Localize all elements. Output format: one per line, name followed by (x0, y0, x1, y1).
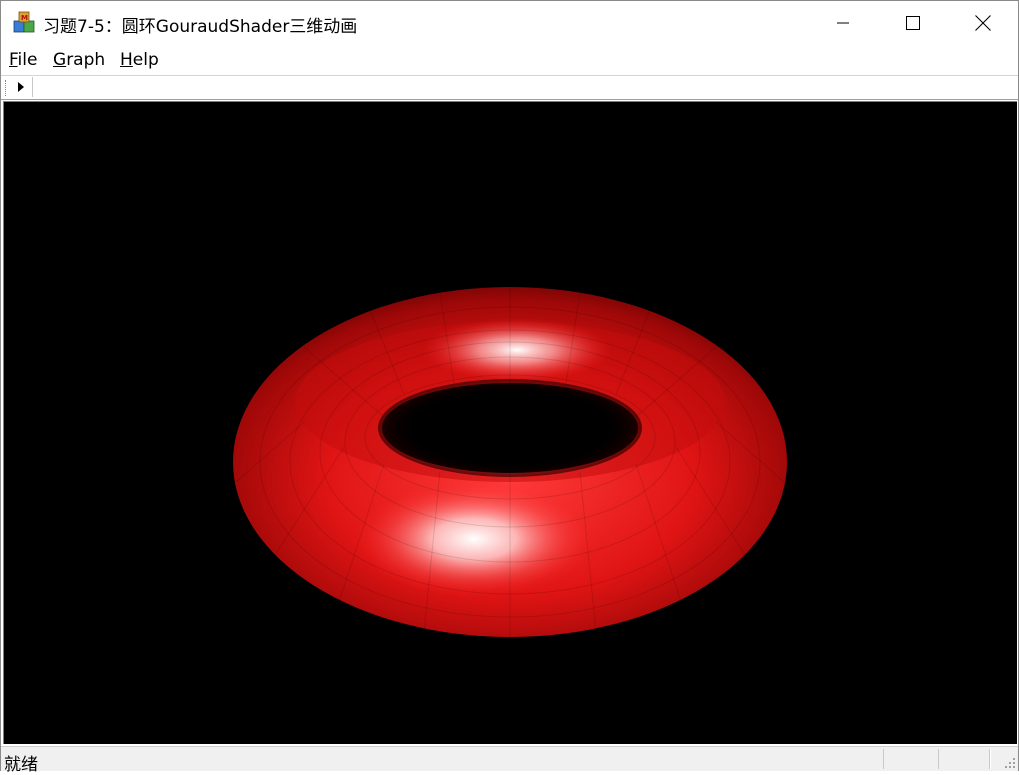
status-text: 就绪 (4, 755, 38, 775)
torus-render (233, 287, 787, 637)
close-icon (975, 15, 991, 31)
status-bar: 就绪 (1, 746, 1018, 775)
menu-graph[interactable]: Graph (53, 50, 105, 70)
menu-help[interactable]: Help (120, 50, 159, 70)
minimize-button[interactable] (808, 1, 878, 45)
status-pane-2 (938, 749, 990, 769)
render-viewport[interactable] (3, 101, 1017, 744)
close-button[interactable] (948, 1, 1018, 45)
maximize-icon (906, 16, 920, 30)
menu-help-accel: H (120, 50, 133, 70)
app-icon: M (13, 11, 35, 33)
toolbar-grip[interactable] (5, 80, 8, 96)
menu-file-label: ile (17, 50, 38, 70)
svg-text:M: M (21, 14, 28, 22)
menu-graph-label: raph (66, 50, 106, 70)
play-button[interactable] (10, 77, 33, 97)
menu-help-label: elp (132, 50, 159, 70)
toolbar (1, 75, 1018, 100)
window-title: 习题7-5：圆环GouraudShader三维动画 (43, 17, 358, 37)
menu-file-accel: F (9, 50, 18, 70)
menu-graph-accel: G (53, 50, 67, 70)
status-pane-3 (989, 749, 991, 769)
menu-file[interactable]: File (9, 50, 37, 70)
status-pane-1 (883, 749, 939, 769)
minimize-icon (837, 22, 849, 24)
resize-grip-icon[interactable] (1004, 757, 1016, 769)
torus-hole-shadow (378, 379, 642, 477)
app-window: M 习题7-5：圆环GouraudShader三维动画 File Graph H… (0, 0, 1019, 775)
title-bar[interactable]: M 习题7-5：圆环GouraudShader三维动画 (1, 1, 1018, 45)
maximize-button[interactable] (878, 1, 948, 45)
play-icon (18, 82, 24, 92)
menu-bar: File Graph Help (1, 45, 1018, 75)
